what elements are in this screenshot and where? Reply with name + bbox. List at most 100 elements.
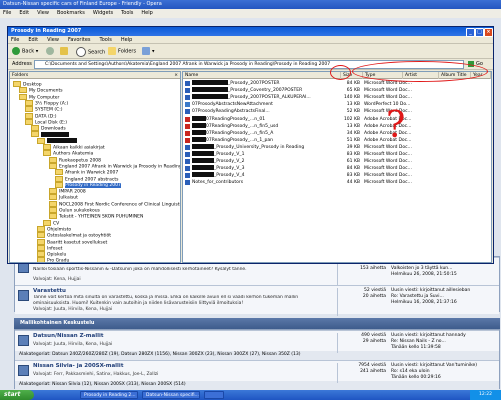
pdf-file-icon [185, 130, 190, 136]
start-button[interactable]: start [0, 390, 34, 400]
taskbar-item-opera[interactable]: Datsun-Nissan specifi... [142, 391, 200, 399]
menu-tools[interactable]: Tools [100, 37, 112, 43]
folder-icon [49, 213, 57, 220]
last-post[interactable]: Uusin viesti: kirjoittanut hannady Re: Ni… [391, 333, 466, 351]
forum-row[interactable]: Datsun/Nissan Z-mallit Valvojat: Juuta, … [15, 330, 499, 361]
annotation-question-mark: ? [386, 105, 406, 146]
folder-icon [37, 251, 45, 258]
folders-icon [108, 47, 116, 55]
opera-menu-widgets[interactable]: Widgets [93, 10, 113, 16]
folder-icon [49, 156, 57, 163]
taskbar-item-other[interactable] [204, 391, 224, 399]
file-row[interactable]: _Prosody_V_4 83 KB Microsoft Word Doc... [183, 172, 491, 179]
menu-favorites[interactable]: Favorites [68, 37, 91, 43]
file-size: 102 KB [343, 116, 360, 122]
system-clock: 12:22 [470, 390, 501, 400]
forum-table-general: Oliko se siis? Nailloi tosiaan sporttis-… [14, 256, 500, 316]
forward-button[interactable] [46, 47, 56, 56]
forum-title[interactable]: Varastettu [33, 288, 66, 294]
views-button[interactable]: ▾ [142, 47, 155, 56]
folder-icon [37, 257, 45, 262]
file-row[interactable]: 07ProsodyAbstractsNewAttachment 13 KB Word… [183, 101, 491, 108]
folder-icon [43, 219, 51, 226]
file-row[interactable]: 07ReadingProsody_...n_fin5_A 34 KB Adobe A… [183, 129, 491, 137]
subcategories[interactable]: Alakategoriat: Nissan Silvia (12), Nissa… [15, 381, 499, 390]
search-button[interactable]: Search [76, 47, 105, 57]
file-size: 39 KB [346, 144, 360, 150]
close-pane-icon[interactable]: × [174, 72, 178, 79]
file-row[interactable]: _Prosody_V_1 83 KB Microsoft Word Doc... [183, 151, 491, 158]
menu-view[interactable]: View [47, 37, 59, 43]
menu-help[interactable]: Help [121, 37, 132, 43]
file-type: Microsoft Word Doc... [364, 95, 412, 101]
folder-icon [19, 87, 27, 94]
opera-title-text: Datsun-Nissan specific cars of Finland E… [3, 1, 162, 7]
file-row[interactable]: 07ProsodyReadingAbstractsFinal... 52 KB Mi… [183, 108, 491, 115]
back-button[interactable]: Back ▾ [12, 47, 38, 56]
file-row[interactable]: _Prosody_V_2 61 KB Microsoft Word Doc... [183, 158, 491, 165]
file-name-text: 07ReadingProsody_...n_fin5_usd [206, 123, 279, 129]
file-type: Microsoft Word Doc... [364, 159, 412, 165]
menu-file[interactable]: File [11, 37, 19, 43]
last-post[interactable]: Uusin viesti: kirjoittanut aillesieban Ro… [391, 288, 470, 306]
last-post[interactable]: Uusin viesti: kirjoittanut Van'tuminike)… [391, 363, 477, 381]
redacted-text [192, 80, 228, 85]
file-name: 07ProsodyAbstractsNewAttachment [192, 101, 273, 108]
document-file-icon [185, 102, 190, 108]
redacted-text [192, 172, 214, 178]
forum-row[interactable]: Nissan Silvia- ja 200SX-mallit Valvojat:… [15, 360, 499, 391]
document-file-icon [185, 144, 190, 150]
file-size: 61 KB [346, 159, 360, 165]
folder-icon [43, 144, 51, 150]
opera-menu-tools[interactable]: Tools [121, 10, 133, 16]
taskbar-item-explorer[interactable]: Prosody in Reading 2... [80, 391, 138, 399]
forum-row[interactable]: Varastettu Tänne voit kertoa mitä sinult… [15, 285, 499, 316]
file-name-text: _Prosody_V_1 [214, 152, 245, 157]
folder-tree-item[interactable]: Tekstit - YHTEINEN SKON PUHUMINEN [49, 213, 143, 221]
file-row[interactable]: 07ReadingProsody_...n_1_pan 51 KB Adobe Ac… [183, 136, 491, 144]
folder-icon [49, 200, 57, 207]
explorer-title-text: Prosody in Reading 2007 [11, 28, 82, 34]
file-row[interactable]: _Prosody_University_Prosody in Reading 39… [183, 143, 491, 151]
folder-icon [37, 244, 45, 251]
folder-tree-item[interactable]: Pro Gradu [37, 257, 69, 262]
explorer-title-bar[interactable]: Prosody in Reading 2007 _ □ × [8, 27, 493, 37]
opera-menu-help[interactable]: Help [141, 10, 152, 16]
opera-menu-view[interactable]: View [37, 10, 49, 16]
file-name-text: _Prosody_V_2 [214, 159, 245, 165]
forum-description: Tänne voit kertoa mitä sinulta on varast… [33, 295, 299, 306]
menu-edit[interactable]: Edit [28, 37, 38, 43]
subcategories[interactable]: Alakategoriat: Datsun 240Z/260Z/280Z (19… [15, 351, 499, 360]
opera-title-bar: Datsun-Nissan specific cars of Finland E… [0, 0, 501, 9]
folder-icon [55, 169, 63, 176]
file-type: Microsoft Word Doc... [364, 173, 412, 179]
folders-button[interactable]: Folders [108, 47, 136, 56]
forum-title[interactable]: Nissan Silvia- ja 200SX-mallit [33, 363, 123, 369]
folder-icon [55, 175, 63, 182]
file-row[interactable]: _Prosody_2007POSTER_ALKUPERAI... 140 KB Mi… [183, 94, 491, 101]
file-row[interactable]: _Prosody_Coventry_2007POSTER 65 KB Microso… [183, 87, 491, 94]
opera-menu-bookmarks[interactable]: Bookmarks [57, 10, 85, 16]
last-post-date: Tänään kello 11:39:58 [391, 345, 441, 350]
file-name-text: 07ReadingProsody_...n_1_pan [206, 137, 273, 143]
file-name: 07ReadingProsody_...n_fin5_usd [192, 122, 279, 130]
forum-moderators: Valvojat: Juuta, Hirvila, Kena, Hujjai [33, 307, 113, 312]
opera-menu-file[interactable]: File [3, 10, 11, 16]
file-name: _Prosody_V_3 [192, 165, 244, 172]
up-folder-button[interactable] [60, 47, 70, 56]
document-file-icon [185, 81, 190, 86]
topic-count: 241 aihetta [360, 369, 386, 374]
column-name[interactable]: Name [183, 72, 341, 79]
folder-icon [49, 162, 57, 169]
forum-title[interactable]: Datsun/Nissan Z-mallit [33, 333, 104, 339]
redacted-text [47, 138, 77, 144]
file-row[interactable]: Notes_for_contributors 44 KB Microsoft Wor… [183, 179, 491, 186]
file-row[interactable]: 07ReadingProsody_...n_fin5_usd 13 KB Adobe… [183, 122, 491, 130]
task-label: Datsun-Nissan specifi... [146, 393, 199, 398]
file-row[interactable]: _Prosody_V_3 84 KB Microsoft Word Doc... [183, 165, 491, 172]
document-file-icon [185, 173, 190, 179]
file-name-text: Notes_for_contributors [192, 180, 244, 186]
file-row[interactable]: 07ReadingProsody_...n_01 102 KB Adobe Acro… [183, 115, 491, 123]
opera-menu-edit[interactable]: Edit [19, 10, 29, 16]
forum-moderators: Valvojat: Kena, Hujjai [33, 277, 81, 282]
